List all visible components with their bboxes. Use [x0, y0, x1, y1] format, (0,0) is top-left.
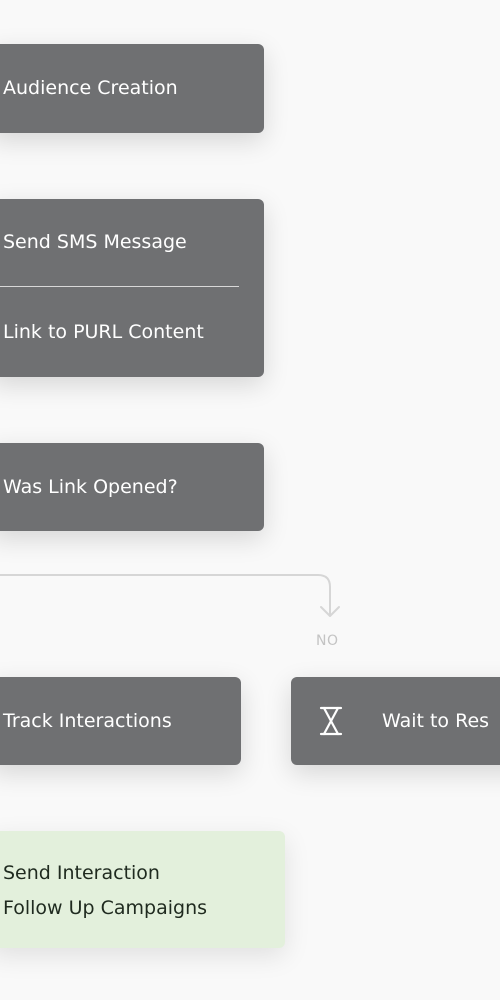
node-divider: [0, 286, 239, 287]
branch-label-no: NO: [316, 633, 339, 649]
flow-diagram: Audience Creation Send SMS Message Link …: [0, 0, 500, 1000]
branch-connector: [0, 574, 340, 617]
node-was-link-opened: Was Link Opened?: [0, 443, 264, 531]
node-wait-to-respond: Wait to Res: [291, 677, 500, 765]
node-label-line2: Follow Up Campaigns: [3, 897, 208, 919]
node-label: Track Interactions: [3, 710, 172, 732]
node-track-interactions: Track Interactions: [0, 677, 241, 765]
node-send-sms: Send SMS Message Link to PURL Content: [0, 199, 264, 377]
node-label-send-sms: Send SMS Message: [3, 231, 187, 253]
connector-line: [0, 574, 331, 615]
node-label: Audience Creation: [3, 77, 178, 99]
node-label-link-purl: Link to PURL Content: [3, 321, 204, 343]
node-audience-creation: Audience Creation: [0, 44, 264, 133]
node-label-line1: Send Interaction: [3, 862, 160, 884]
node-send-follow-up: Send Interaction Follow Up Campaigns: [0, 831, 285, 948]
node-label: Was Link Opened?: [3, 476, 178, 498]
node-label: Wait to Res: [382, 710, 490, 732]
hourglass-icon: [318, 705, 344, 741]
